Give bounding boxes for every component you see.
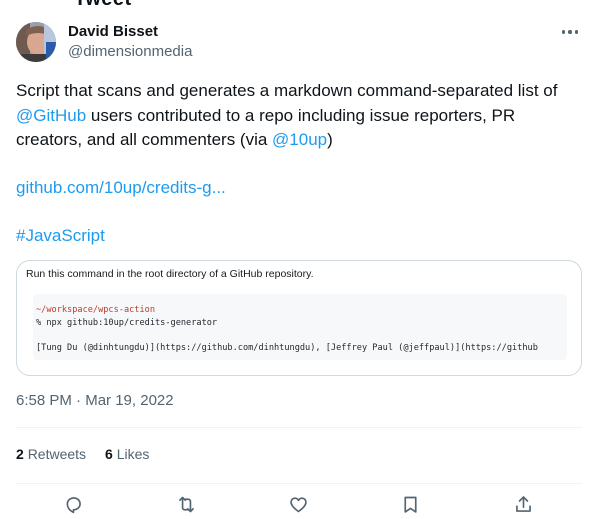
divider: [16, 427, 582, 428]
retweets-count: 2: [16, 446, 24, 462]
more-options-button[interactable]: [558, 24, 582, 40]
tweet-header: David Bisset @dimensionmedia: [16, 20, 582, 64]
tweet-text-part: Script that scans and generates a markdo…: [16, 81, 558, 100]
avatar[interactable]: [16, 22, 56, 62]
terminal-path-line: ~/workspace/wpcs-action: [36, 305, 155, 315]
like-button[interactable]: [285, 491, 311, 517]
author-display-name[interactable]: David Bisset: [68, 22, 192, 42]
author-handle[interactable]: @dimensionmedia: [68, 42, 192, 62]
tweet-paragraph: Script that scans and generates a markdo…: [16, 79, 586, 153]
tweet-date: Mar 19, 2022: [85, 392, 174, 409]
share-button[interactable]: [510, 491, 536, 517]
heart-icon: [289, 496, 307, 512]
retweets-label: Retweets: [27, 446, 87, 462]
tweet-time: 6:58 PM: [16, 392, 72, 409]
mention-10up-link[interactable]: @10up: [272, 130, 327, 149]
divider: [16, 483, 582, 484]
url-link[interactable]: github.com/10up/credits-g...: [16, 178, 226, 197]
tweet-timestamp[interactable]: 6:58 PM · Mar 19, 2022: [16, 392, 174, 409]
tweet-text: Script that scans and generates a markdo…: [16, 79, 586, 249]
engagement-stats: 2 Retweets 6 Likes: [16, 446, 149, 462]
more-dot-icon: [574, 30, 579, 34]
more-dot-icon: [561, 30, 566, 34]
timestamp-separator: ·: [71, 392, 86, 409]
likes-label: Likes: [116, 446, 150, 462]
retweet-button[interactable]: [173, 491, 199, 517]
tweet-text-part: ): [327, 130, 333, 149]
mention-github-link[interactable]: @GitHub: [16, 106, 86, 125]
more-dot-icon: [568, 30, 572, 34]
terminal-output-line: [Tung Du (@dinhtungdu)](https://github.c…: [36, 343, 538, 353]
retweets-stat[interactable]: 2 Retweets: [16, 446, 86, 462]
bookmark-icon: [403, 496, 417, 513]
action-bar: [16, 491, 582, 519]
hashtag-link[interactable]: #JavaScript: [16, 226, 105, 245]
reply-icon: [66, 496, 81, 513]
reply-button[interactable]: [60, 491, 86, 517]
author-names: David Bisset @dimensionmedia: [68, 22, 192, 62]
page-header-title: Tweet: [74, 0, 132, 11]
likes-count: 6: [105, 446, 113, 462]
terminal-snippet: ~/workspace/wpcs-action % npx github:10u…: [33, 294, 567, 360]
media-card[interactable]: Run this command in the root directory o…: [16, 260, 582, 376]
bookmark-button[interactable]: [397, 491, 423, 517]
card-caption: Run this command in the root directory o…: [26, 268, 314, 280]
tweet-text-part: users contributed to a repo including is…: [16, 105, 516, 150]
share-icon: [515, 495, 531, 512]
likes-stat[interactable]: 6 Likes: [105, 446, 149, 462]
terminal-command-line: % npx github:10up/credits-generator: [36, 318, 218, 328]
retweet-icon: [178, 496, 194, 512]
